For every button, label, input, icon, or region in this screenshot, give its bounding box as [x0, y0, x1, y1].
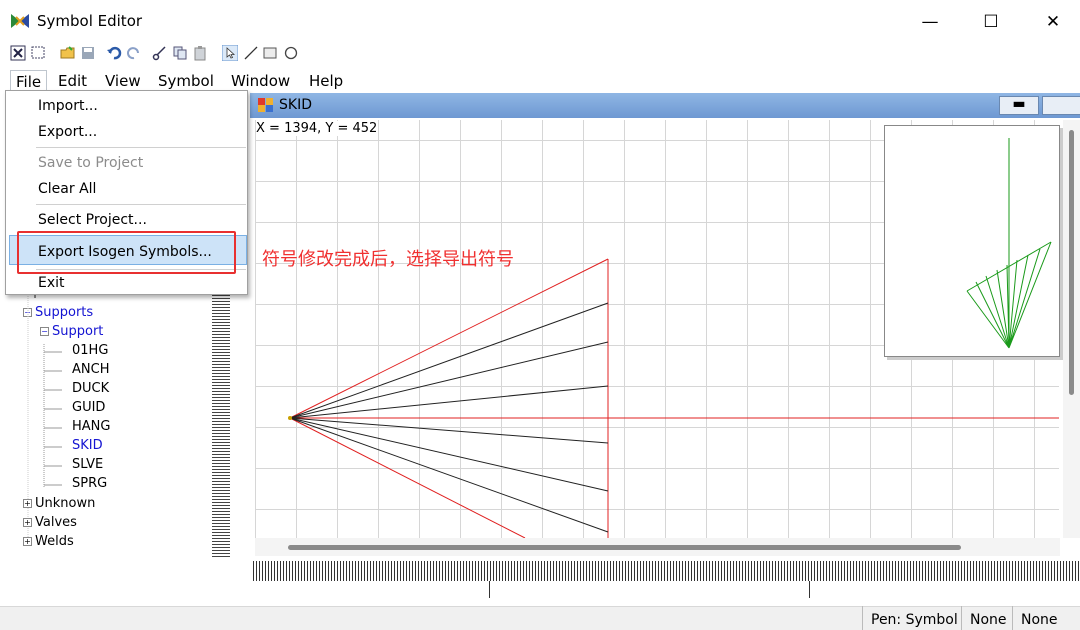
document-icon — [258, 98, 273, 112]
menu-item-export[interactable]: Export... — [38, 124, 97, 140]
expand-icon[interactable]: + — [23, 499, 32, 508]
rectangle-tool-icon[interactable] — [262, 45, 278, 61]
menu-item-clear-all[interactable]: Clear All — [38, 181, 96, 197]
annotation-highlight-box — [17, 231, 236, 274]
tree-leaf-skid-selected[interactable]: SKID — [72, 438, 103, 453]
menu-symbol[interactable]: Symbol — [158, 70, 214, 92]
toolbar — [0, 42, 1080, 64]
tree-leaf-sprg[interactable]: SPRG — [72, 476, 107, 491]
maximize-icon: ☐ — [983, 12, 999, 32]
menu-item-import[interactable]: Import... — [38, 98, 98, 114]
paste-icon[interactable] — [192, 45, 208, 61]
save-icon[interactable] — [80, 45, 96, 61]
tree-leaf-duck[interactable]: DUCK — [72, 381, 109, 396]
circle-tool-icon[interactable] — [283, 45, 299, 61]
open-folder-icon[interactable] — [60, 45, 76, 61]
app-logo-icon — [11, 14, 29, 28]
vertical-scroll-thumb[interactable] — [1069, 130, 1074, 395]
close-button[interactable]: ✕ — [1033, 8, 1073, 36]
tree-leaf-hang[interactable]: HANG — [72, 419, 110, 434]
cut-icon[interactable] — [152, 45, 168, 61]
status-field-1: None — [961, 606, 1007, 630]
tree-leaf-slve[interactable]: SLVE — [72, 457, 103, 472]
title-bar: Symbol Editor — ☐ ✕ — [0, 0, 1080, 42]
pen-status: Pen: Symbol — [862, 606, 958, 630]
ruler-tick — [809, 581, 810, 598]
menu-file[interactable]: File — [10, 70, 48, 92]
redo-icon[interactable] — [126, 45, 142, 61]
cursor-coordinates: X = 1394, Y = 452 — [256, 121, 378, 136]
tree-node-unknown[interactable]: + Unknown — [23, 496, 95, 511]
undo-icon[interactable] — [106, 45, 122, 61]
tree-node-welds[interactable]: + Welds — [23, 534, 74, 549]
pointer-icon[interactable] — [222, 45, 238, 61]
horizontal-scroll-thumb[interactable] — [288, 545, 961, 550]
symbol-editor-window: Symbol Editor — ☐ ✕ File Edit View Symbo… — [0, 0, 1080, 630]
tree-leaf-guid[interactable]: GUID — [72, 400, 105, 415]
menu-window[interactable]: Window — [231, 70, 290, 92]
horizontal-scrollbar[interactable] — [255, 538, 1060, 556]
menu-item-exit[interactable]: Exit — [38, 275, 65, 291]
select-area-icon[interactable] — [30, 45, 46, 61]
horizontal-ruler — [253, 561, 1080, 581]
document-title-bar: SKID ▬ — [250, 93, 1080, 118]
window-title: Symbol Editor — [37, 12, 143, 30]
minimize-icon: — — [921, 12, 939, 32]
document-restore-button[interactable] — [1042, 96, 1080, 115]
document-title: SKID — [279, 97, 312, 113]
minimize-icon: ▬ — [1012, 96, 1026, 112]
menu-item-select-project[interactable]: Select Project... — [38, 212, 147, 228]
minimize-button[interactable]: — — [910, 8, 950, 36]
menu-separator — [36, 147, 246, 148]
line-tool-icon[interactable] — [243, 45, 259, 61]
status-field-2: None — [1012, 606, 1058, 630]
tree-leaf-01hg[interactable]: 01HG — [72, 343, 108, 358]
vertical-scrollbar[interactable] — [1063, 120, 1080, 538]
ruler-tick — [489, 581, 490, 598]
menu-edit[interactable]: Edit — [58, 70, 87, 92]
expand-icon[interactable]: + — [23, 518, 32, 527]
annotation-text: 符号修改完成后，选择导出符号 — [262, 249, 514, 270]
tree-leaf-anch[interactable]: ANCH — [72, 362, 109, 377]
vertical-ruler — [212, 277, 230, 559]
menu-help[interactable]: Help — [309, 70, 343, 92]
preview-drawing — [966, 138, 1052, 349]
menu-item-save-to-project: Save to Project — [38, 155, 144, 171]
grid-icon[interactable] — [10, 45, 26, 61]
menu-view[interactable]: View — [105, 70, 141, 92]
tree-node-valves[interactable]: + Valves — [23, 515, 77, 530]
copy-icon[interactable] — [172, 45, 188, 61]
expand-icon[interactable]: + — [23, 537, 32, 546]
maximize-button[interactable]: ☐ — [971, 8, 1011, 36]
document-minimize-button[interactable]: ▬ — [999, 96, 1039, 115]
close-icon: ✕ — [1045, 12, 1061, 32]
menu-separator — [36, 204, 246, 205]
symbol-preview — [884, 125, 1060, 357]
